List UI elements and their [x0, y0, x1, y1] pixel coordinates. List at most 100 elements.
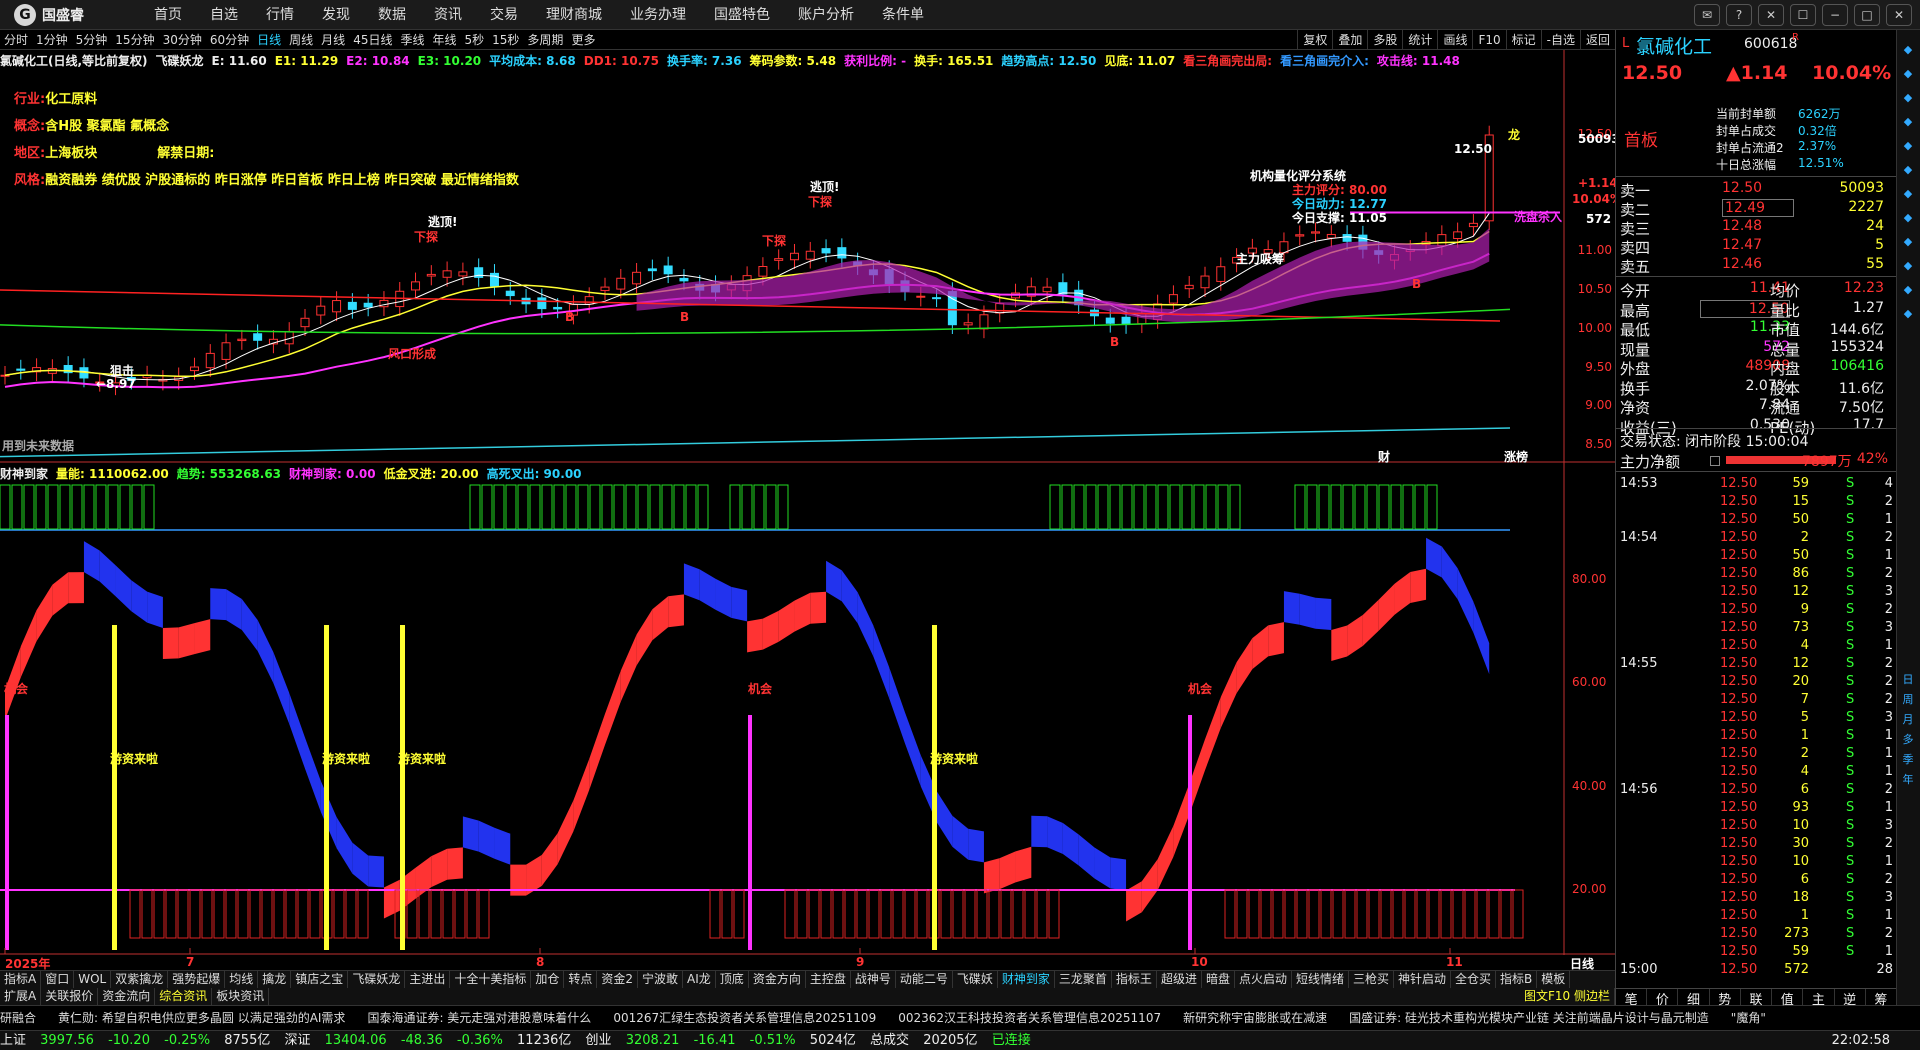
toolbar-button-7[interactable]: -自选	[1540, 30, 1580, 50]
indicator-tab-8[interactable]: 飞碟妖龙	[348, 971, 406, 988]
stock-name[interactable]: 氯碱化工	[1636, 32, 1712, 59]
menu-item-0[interactable]: 首页	[140, 0, 196, 30]
indicator-tab-26[interactable]: 暗盘	[1202, 971, 1235, 988]
quote-tab-8[interactable]: 筹	[1866, 989, 1897, 1008]
toolbar-button-2[interactable]: 多股	[1367, 30, 1402, 50]
toolbar-button-3[interactable]: 统计	[1402, 30, 1437, 50]
quote-tab-6[interactable]: 主	[1803, 989, 1835, 1008]
period-8[interactable]: 月线	[317, 30, 349, 50]
period-0[interactable]: 分时	[0, 30, 32, 50]
side-period-1[interactable]: 周	[1897, 690, 1919, 710]
quote-tab-5[interactable]: 值	[1772, 989, 1804, 1008]
indicator-tab-4[interactable]: 强势起爆	[168, 971, 226, 988]
news-item[interactable]: 黄仁勋: 希望自积电供应更多晶圆 以满足强劲的AI需求	[58, 1006, 345, 1030]
refresh-icon[interactable]: ◆	[1897, 280, 1919, 300]
quote-tab-7[interactable]: 逆	[1835, 989, 1866, 1008]
order-price[interactable]: 12.47	[1722, 237, 1762, 253]
period-3[interactable]: 15分钟	[111, 30, 158, 50]
info-icon[interactable]: ◆	[1897, 304, 1919, 324]
period-12[interactable]: 5秒	[461, 30, 489, 50]
news-item[interactable]: 002362汉王科技投资者关系管理信息20251107	[898, 1006, 1161, 1030]
period-7[interactable]: 周线	[285, 30, 317, 50]
menu-item-3[interactable]: 发现	[308, 0, 364, 30]
period-4[interactable]: 30分钟	[159, 30, 206, 50]
toolbar-button-1[interactable]: 叠加	[1332, 30, 1367, 50]
user-icon[interactable]: ◆	[1897, 64, 1919, 84]
period-11[interactable]: 年线	[428, 30, 460, 50]
sz-label[interactable]: 深证	[285, 1033, 311, 1048]
news-item[interactable]: 研融合	[0, 1006, 36, 1030]
indicator-tab-16[interactable]: 顶底	[716, 971, 749, 988]
news-icon[interactable]: ◆	[1897, 208, 1919, 228]
menu-item-8[interactable]: 业务办理	[616, 0, 700, 30]
menu-item-10[interactable]: 账户分析	[784, 0, 868, 30]
indicator-tab-29[interactable]: 三枪买	[1349, 971, 1395, 988]
news-item[interactable]: "魔角"	[1731, 1006, 1766, 1030]
info-tab-1[interactable]: 关联报价	[41, 988, 99, 1005]
kline-chart[interactable]: 氯碱化工(日线,等比前复权) 飞碟妖龙 E: 11.60 E1: 11.29 E2: 1…	[0, 50, 1622, 971]
indicator-tab-19[interactable]: 战神号	[851, 971, 896, 988]
period-9[interactable]: 45日线	[349, 30, 396, 50]
menu-item-1[interactable]: 自选	[196, 0, 252, 30]
f10-sidebar-toggle[interactable]: 图文F10 侧边栏	[1520, 988, 1615, 1005]
skin-icon[interactable]: ☐	[1790, 4, 1816, 26]
news-item[interactable]: 新研究称宇宙膨胀或在减速	[1183, 1006, 1327, 1030]
bell-icon[interactable]: ◆	[1897, 160, 1919, 180]
main-flow-checkbox[interactable]	[1710, 456, 1720, 466]
order-price[interactable]: 12.50	[1722, 180, 1762, 196]
side-period-4[interactable]: 季	[1897, 750, 1919, 770]
indicator-tab-3[interactable]: 双紫擒龙	[111, 971, 169, 988]
menu-item-6[interactable]: 交易	[476, 0, 532, 30]
period-15[interactable]: 更多	[567, 30, 599, 50]
menu-item-2[interactable]: 行情	[252, 0, 308, 30]
side-period-0[interactable]: 日	[1897, 670, 1919, 690]
order-price[interactable]: 12.48	[1722, 218, 1762, 234]
indicator-tab-14[interactable]: 宁波敢	[638, 971, 684, 988]
period-6[interactable]: 日线	[253, 30, 285, 50]
quote-tab-4[interactable]: 联	[1741, 989, 1773, 1008]
indicator-tab-6[interactable]: 擒龙	[258, 971, 292, 988]
quote-tab-2[interactable]: 细	[1678, 989, 1710, 1008]
indicator-tab-18[interactable]: 主控盘	[806, 971, 851, 988]
indicator-tab-5[interactable]: 均线	[225, 971, 259, 988]
indicator-tab-28[interactable]: 短线情绪	[1292, 971, 1349, 988]
indicator-tab-15[interactable]: AI龙	[683, 971, 716, 988]
indicator-tab-31[interactable]: 全仓买	[1451, 971, 1497, 988]
info-tab-0[interactable]: 扩展A	[0, 988, 42, 1005]
indicator-tab-2[interactable]: WOL	[74, 971, 112, 988]
indicator-tab-0[interactable]: 指标A	[0, 971, 42, 988]
menu-item-11[interactable]: 条件单	[868, 0, 938, 30]
toolbar-button-0[interactable]: 复权	[1297, 30, 1332, 50]
indicator-tab-33[interactable]: 模板	[1537, 971, 1571, 988]
help-icon[interactable]: ?	[1726, 4, 1752, 26]
toolbar-button-8[interactable]: 返回	[1579, 30, 1615, 50]
message-icon[interactable]: ✉	[1694, 4, 1720, 26]
maximize-icon[interactable]: □	[1854, 4, 1880, 26]
indicator-tab-12[interactable]: 转点	[564, 971, 598, 988]
side-period-5[interactable]: 年	[1897, 770, 1919, 790]
grid-icon[interactable]: ◆	[1897, 184, 1919, 204]
period-13[interactable]: 15秒	[488, 30, 523, 50]
period-14[interactable]: 多周期	[523, 30, 567, 50]
indicator-tab-25[interactable]: 超级进	[1157, 971, 1202, 988]
indicator-tab-11[interactable]: 加仓	[531, 971, 565, 988]
indicator-tab-9[interactable]: 主进出	[405, 971, 451, 988]
indicator-tab-1[interactable]: 窗口	[41, 971, 75, 988]
close-icon[interactable]: ✕	[1886, 4, 1912, 26]
indicator-tab-24[interactable]: 指标王	[1112, 971, 1157, 988]
chevron-left-icon[interactable]: ◆	[1897, 40, 1919, 60]
indicator-tab-10[interactable]: 十全十美指标	[450, 971, 532, 988]
order-price[interactable]: 12.49	[1722, 199, 1795, 217]
indicator-tab-23[interactable]: 三龙聚首	[1055, 971, 1112, 988]
news-item[interactable]: 国盛证券: 硅光技术重构光模块产业链 关注前端晶片设计与晶元制造	[1349, 1006, 1709, 1030]
indicator-tab-20[interactable]: 动能二号	[896, 971, 953, 988]
indicator-tab-13[interactable]: 资金2	[597, 971, 639, 988]
indicator-tab-17[interactable]: 资金方向	[749, 971, 806, 988]
period-2[interactable]: 5分钟	[72, 30, 112, 50]
menu-item-5[interactable]: 资讯	[420, 0, 476, 30]
indicator-tab-30[interactable]: 神针启动	[1394, 971, 1452, 988]
period-10[interactable]: 季线	[396, 30, 428, 50]
toolbar-button-5[interactable]: F10	[1472, 30, 1505, 50]
app-logo[interactable]: G 国盛睿	[0, 3, 140, 26]
indicator-tab-22[interactable]: 财神到家	[998, 971, 1055, 988]
